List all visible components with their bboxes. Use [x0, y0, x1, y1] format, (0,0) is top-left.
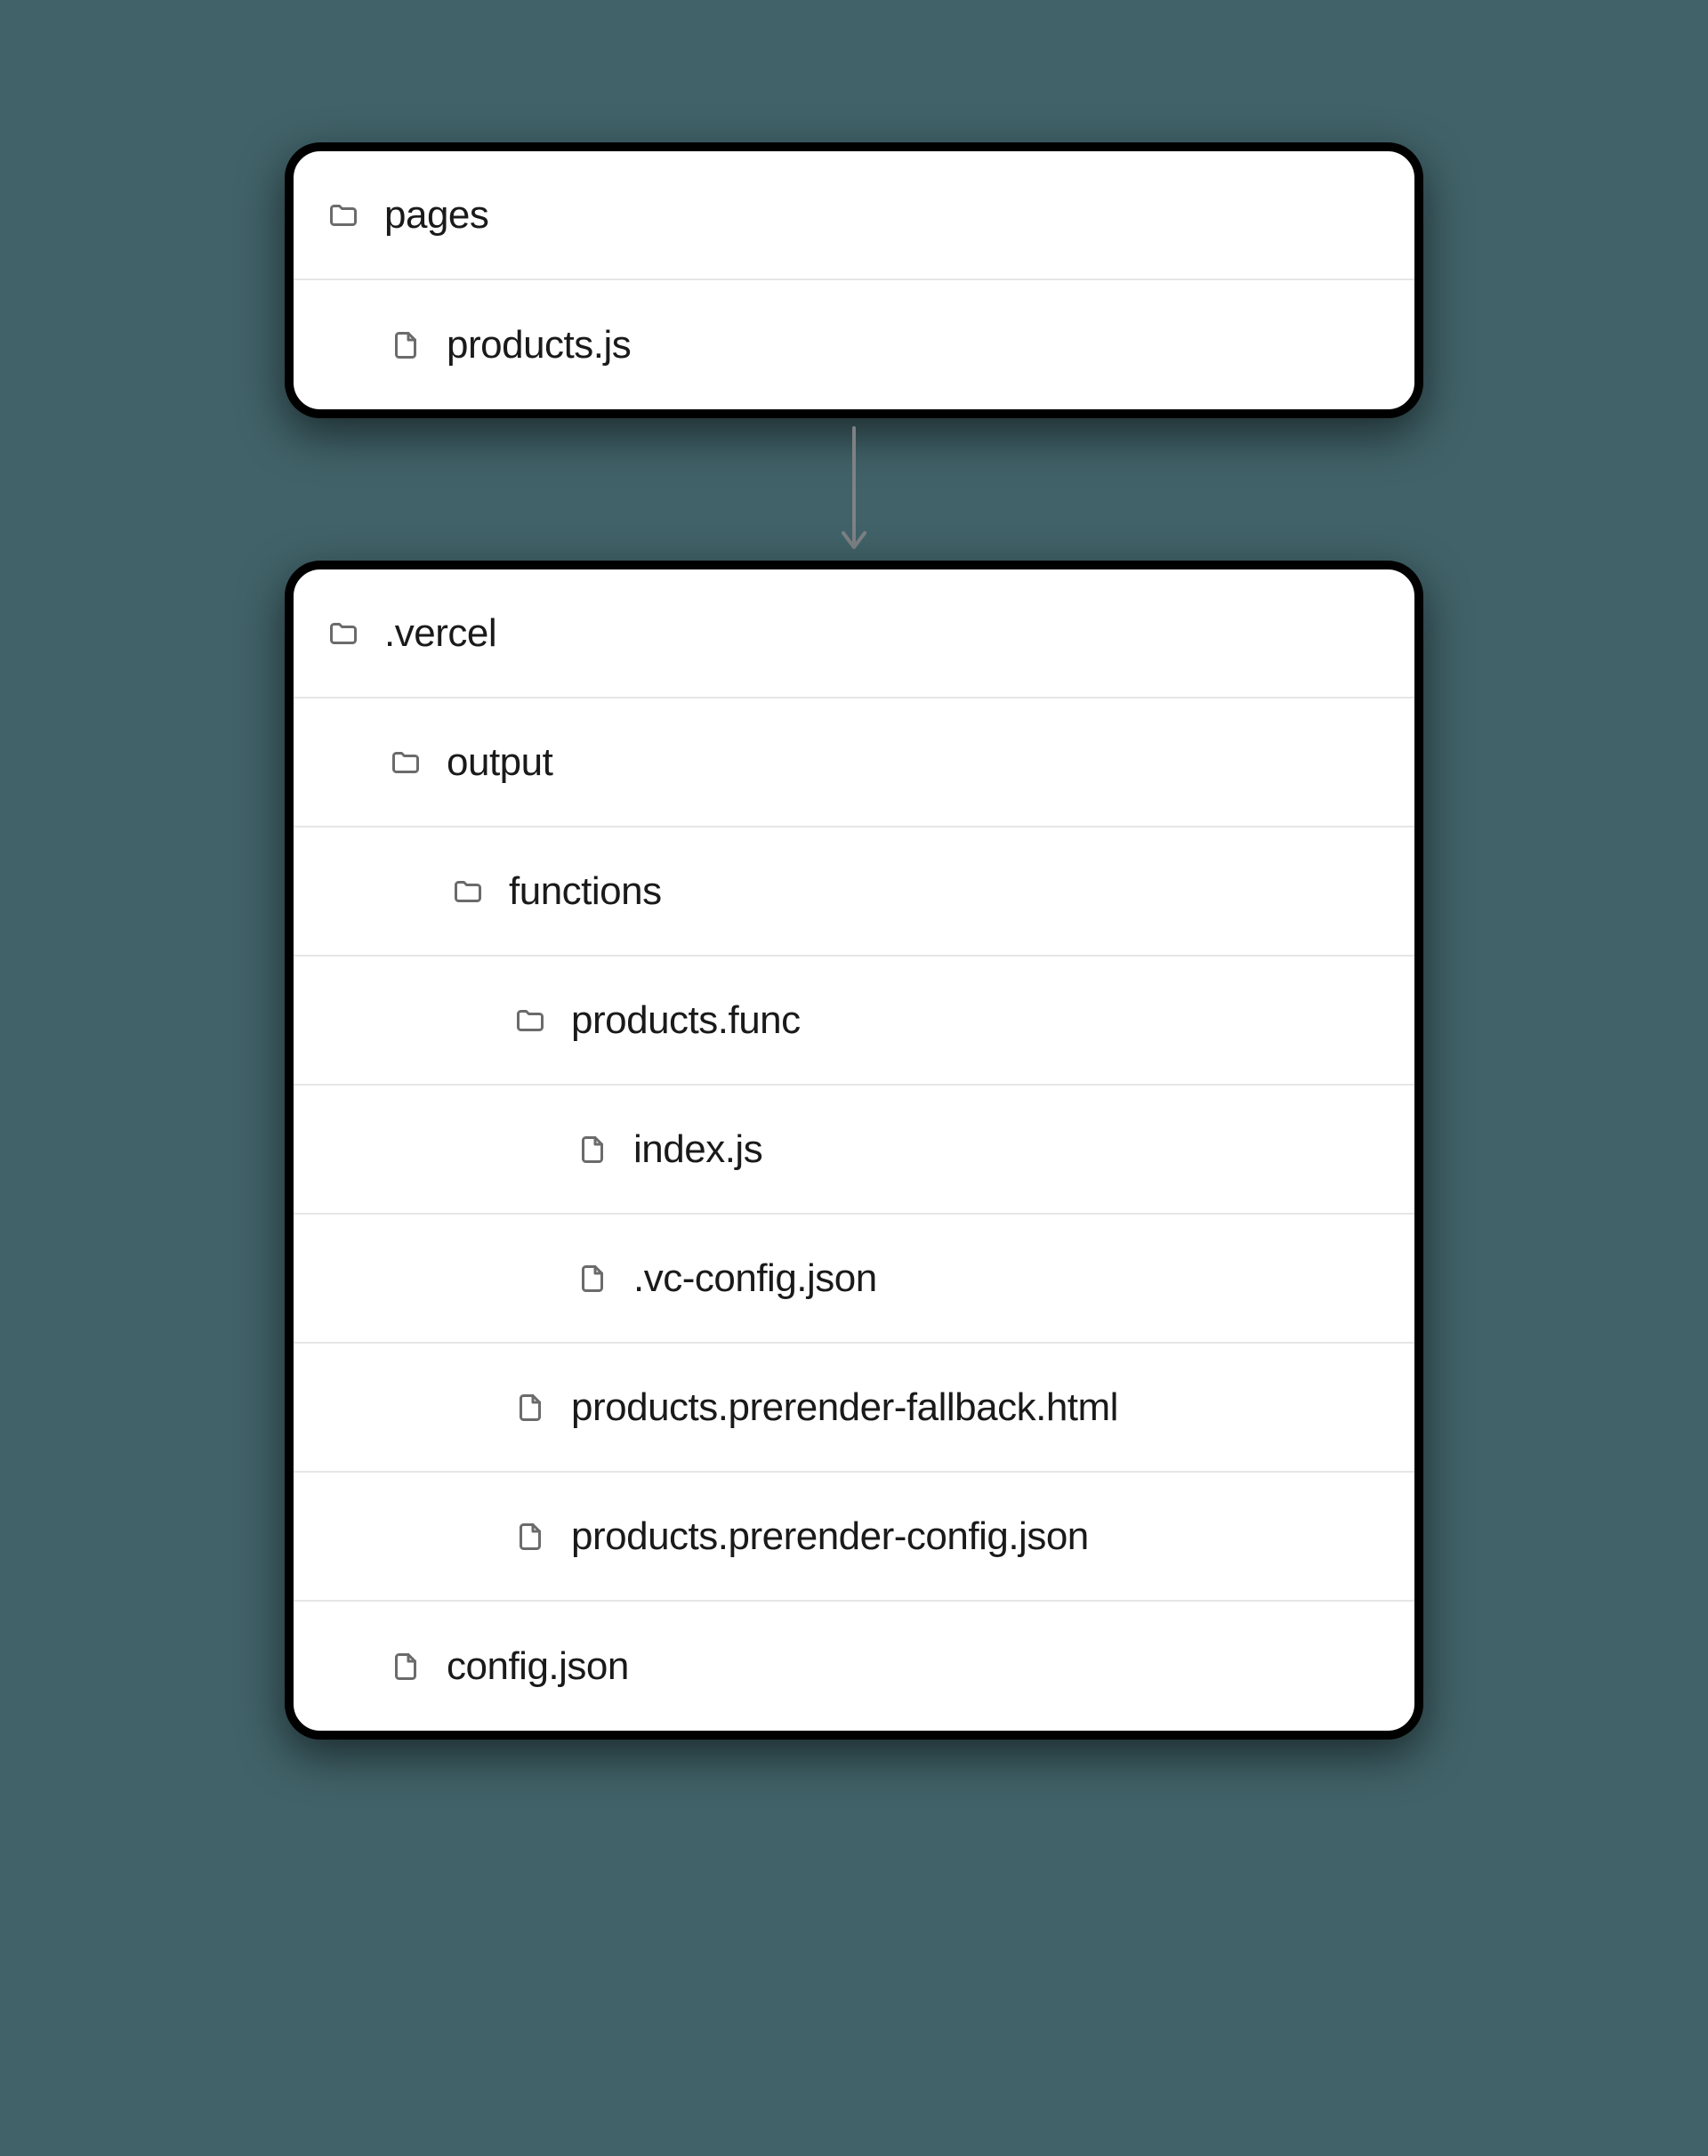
tree-row: products.prerender-config.json — [294, 1473, 1414, 1602]
tree-label: pages — [384, 193, 488, 238]
tree-label: output — [447, 740, 552, 785]
tree-label: functions — [509, 869, 662, 914]
source-tree-panel: pages products.js — [285, 142, 1423, 418]
tree-row: products.func — [294, 957, 1414, 1086]
tree-row: output — [294, 698, 1414, 828]
folder-icon — [390, 747, 422, 779]
file-icon — [576, 1134, 608, 1166]
tree-label: products.prerender-fallback.html — [571, 1385, 1118, 1430]
tree-label: config.json — [447, 1644, 629, 1689]
arrow-down — [836, 418, 872, 561]
tree-row: index.js — [294, 1086, 1414, 1215]
folder-icon — [327, 199, 359, 231]
folder-icon — [327, 618, 359, 650]
tree-row: pages — [294, 151, 1414, 280]
file-icon — [576, 1263, 608, 1295]
tree-label: .vc-config.json — [633, 1256, 877, 1301]
tree-row: .vercel — [294, 569, 1414, 698]
tree-label: .vercel — [384, 611, 496, 656]
folder-icon — [514, 1005, 546, 1037]
tree-row: products.prerender-fallback.html — [294, 1344, 1414, 1473]
folder-icon — [452, 876, 484, 908]
tree-row: functions — [294, 828, 1414, 957]
tree-label: products.func — [571, 998, 801, 1043]
tree-row: .vc-config.json — [294, 1215, 1414, 1344]
file-icon — [514, 1392, 546, 1424]
file-icon — [390, 1651, 422, 1683]
tree-label: products.js — [447, 323, 631, 367]
output-tree-panel: .vercel output functions products.func i… — [285, 561, 1423, 1740]
tree-row: config.json — [294, 1602, 1414, 1731]
tree-row: products.js — [294, 280, 1414, 409]
tree-label: products.prerender-config.json — [571, 1514, 1089, 1559]
file-icon — [514, 1521, 546, 1553]
tree-label: index.js — [633, 1127, 762, 1172]
file-icon — [390, 329, 422, 361]
